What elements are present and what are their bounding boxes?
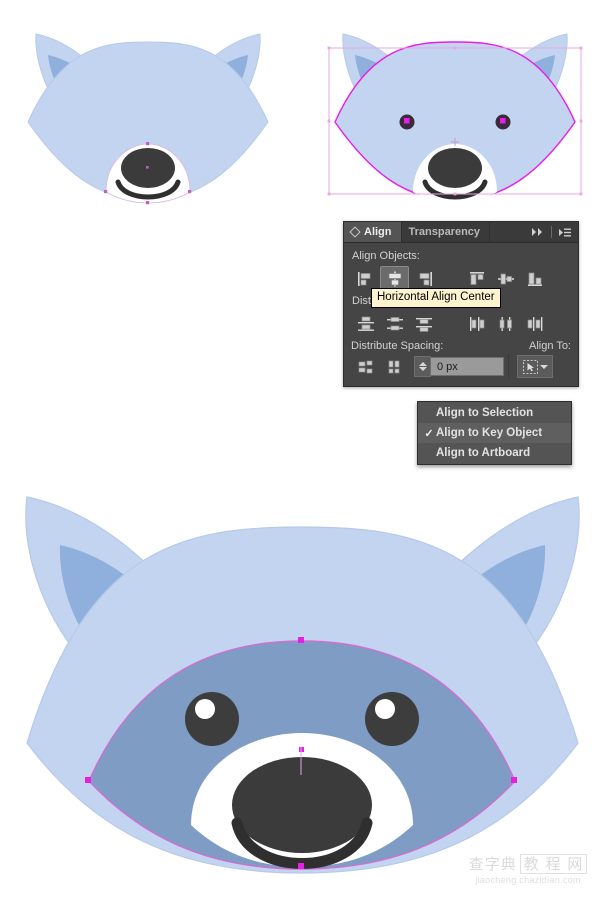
vertical-distribute-space-button[interactable] <box>351 354 380 379</box>
illustrator-canvas: Align Transparency Align Objects: Distri… <box>0 0 600 898</box>
vertical-distribute-center-button[interactable] <box>380 311 409 336</box>
bbox-handle <box>453 192 457 196</box>
bbox-handle <box>327 119 331 123</box>
tab-bar-spacer <box>490 222 529 242</box>
stepper-down-icon[interactable] <box>418 367 427 371</box>
tooltip: Horizontal Align Center <box>371 288 501 308</box>
horizontal-distribute-left-button[interactable] <box>462 311 491 336</box>
menu-item-label: Align to Selection <box>436 407 534 419</box>
left-eye <box>185 692 239 746</box>
anchor-point <box>404 118 410 124</box>
panel-group-diamond-icon <box>349 226 361 238</box>
distribute-spacing-label: Distribute Spacing: <box>351 340 444 352</box>
stepper-up-icon[interactable] <box>418 362 427 366</box>
double-chevron-right-icon[interactable] <box>531 227 545 237</box>
bbox-handle <box>327 46 331 50</box>
panel-divider <box>550 226 553 238</box>
nose <box>428 148 482 188</box>
anchor-point <box>298 637 304 643</box>
raccoon-head-unselected[interactable] <box>8 22 288 217</box>
anchor-point <box>188 190 192 194</box>
panel-menu-icon[interactable] <box>558 227 572 238</box>
anchor-point <box>298 863 304 869</box>
raccoon-head-selected[interactable] <box>315 22 595 217</box>
tab-align-label: Align <box>364 226 392 238</box>
tab-transparency[interactable]: Transparency <box>401 222 491 242</box>
right-eye <box>365 692 419 746</box>
menu-item-align-to-selection[interactable]: Align to Selection <box>418 403 571 423</box>
align-to-key-object-icon <box>522 359 538 374</box>
align-objects-label: Align Objects: <box>352 250 420 262</box>
vertical-align-bottom-button[interactable] <box>520 266 549 291</box>
anchor-point <box>511 777 517 783</box>
tab-align[interactable]: Align <box>344 222 402 242</box>
panel-tab-icons[interactable] <box>529 222 578 242</box>
panel-tab-bar[interactable]: Align Transparency <box>344 222 578 243</box>
anchor-point <box>146 142 150 146</box>
menu-item-align-to-key-object[interactable]: ✓ Align to Key Object <box>418 423 571 443</box>
bbox-handle <box>579 46 583 50</box>
raccoon-head-large[interactable] <box>5 485 600 890</box>
vertical-distribute-bottom-button[interactable] <box>409 311 438 336</box>
vertical-distribute-top-button[interactable] <box>351 311 380 336</box>
horizontal-distribute-center-button[interactable] <box>491 311 520 336</box>
anchor-point <box>146 166 149 169</box>
panel-body: Align Objects: Distribute Spacing: Align… <box>344 243 578 386</box>
right-eye-highlight <box>375 699 395 719</box>
menu-item-label: Align to Key Object <box>436 427 543 439</box>
menu-item-label: Align to Artboard <box>436 447 531 459</box>
align-to-menu[interactable]: Align to Selection ✓ Align to Key Object… <box>417 401 572 465</box>
anchor-point <box>85 777 91 783</box>
panel-vertical-divider <box>508 354 509 379</box>
anchor-point <box>104 190 108 194</box>
spacing-header-row: Distribute Spacing: Align To: <box>351 340 571 352</box>
spacing-stepper[interactable] <box>414 356 431 377</box>
left-eye-highlight <box>195 699 215 719</box>
bbox-handle <box>579 119 583 123</box>
distribute-objects-buttons[interactable] <box>351 311 571 336</box>
horizontal-distribute-space-button[interactable] <box>380 354 409 379</box>
align-to-label: Align To: <box>529 340 571 352</box>
bbox-handle <box>327 192 331 196</box>
tab-transparency-label: Transparency <box>408 226 481 238</box>
menu-item-align-to-artboard[interactable]: Align to Artboard <box>418 443 571 463</box>
anchor-point <box>500 118 506 124</box>
horizontal-distribute-right-button[interactable] <box>520 311 549 336</box>
bbox-handle <box>579 192 583 196</box>
anchor-point <box>146 201 150 205</box>
nose <box>232 757 372 853</box>
chevron-down-icon[interactable] <box>539 364 548 369</box>
distribute-spacing-row[interactable]: 0 px <box>351 354 571 379</box>
check-icon: ✓ <box>424 427 434 440</box>
bbox-handle <box>453 46 457 50</box>
align-to-dropdown-button[interactable] <box>517 355 553 378</box>
spacing-value-input[interactable]: 0 px <box>431 357 504 376</box>
